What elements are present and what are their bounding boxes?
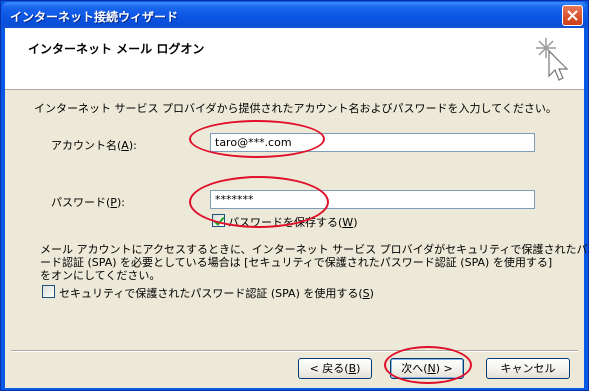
button-separator	[11, 350, 578, 352]
title-bar[interactable]: インターネット接続ウィザード	[2, 2, 587, 28]
save-password-checkbox[interactable]	[212, 214, 225, 227]
password-label: パスワード(P):	[51, 196, 125, 209]
spa-checkbox-label[interactable]: セキュリティで保護されたパスワード認証 (SPA) を使用する(S)	[59, 285, 374, 301]
wizard-window: インターネット接続ウィザード インターネット メール ログオン インターネット …	[0, 0, 589, 391]
page-title: インターネット メール ログオン	[28, 42, 205, 56]
cancel-button[interactable]: キャンセル	[486, 358, 570, 379]
window-title: インターネット接続ウィザード	[10, 10, 179, 24]
intro-text: インターネット サービス プロバイダから提供されたアカウント名およびパスワードを…	[34, 102, 557, 115]
spa-note-line3: をオンにしてください。	[40, 269, 161, 282]
password-field[interactable]	[210, 190, 535, 209]
save-password-label[interactable]: パスワードを保存する(W)	[228, 214, 357, 230]
back-button[interactable]: < 戻る(B)	[298, 358, 372, 379]
wizard-sparkle-cursor-icon	[536, 38, 569, 81]
close-icon	[567, 10, 578, 21]
wizard-body: インターネット メール ログオン インターネット サービス プロバイダから提供さ…	[5, 28, 589, 388]
next-button[interactable]: 次へ(N) >	[390, 358, 464, 379]
account-name-label: アカウント名(A):	[51, 139, 137, 152]
account-name-field[interactable]	[210, 133, 535, 152]
spa-checkbox[interactable]	[42, 285, 55, 298]
close-button[interactable]	[562, 5, 583, 26]
wizard-header: インターネット メール ログオン	[5, 28, 584, 90]
